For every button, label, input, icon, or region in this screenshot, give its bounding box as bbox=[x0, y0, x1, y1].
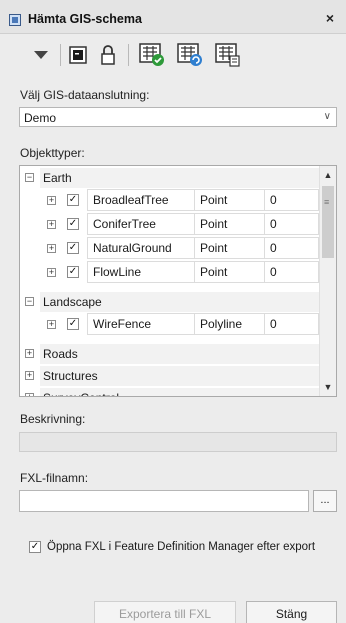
export-fxl-button[interactable]: Exportera till FXL bbox=[94, 601, 236, 623]
tree-group-earth[interactable]: − Earth bbox=[20, 167, 319, 189]
item-count: 0 bbox=[264, 261, 319, 283]
tree-group-label: SurveyControl bbox=[43, 391, 119, 396]
item-checkbox[interactable]: ✓ bbox=[67, 318, 79, 330]
tree-item-row[interactable]: + ✓ ConiferTree Point 0 bbox=[20, 213, 319, 235]
expand-icon[interactable]: + bbox=[47, 244, 56, 253]
toolbar-separator bbox=[128, 44, 129, 66]
description-label: Beskrivning: bbox=[20, 412, 86, 426]
tree-group-landscape[interactable]: − Landscape bbox=[20, 291, 319, 313]
tree-group-roads[interactable]: + Roads bbox=[20, 343, 319, 365]
item-name: NaturalGround bbox=[87, 237, 195, 259]
item-checkbox[interactable]: ✓ bbox=[67, 266, 79, 278]
toolbar-separator bbox=[60, 44, 61, 66]
scroll-grip-icon: ≡ bbox=[324, 197, 330, 207]
expand-icon[interactable]: + bbox=[25, 393, 34, 396]
item-checkbox[interactable]: ✓ bbox=[67, 194, 79, 206]
tree-group-surveycontrol[interactable]: + SurveyControl bbox=[20, 387, 319, 396]
tree-group-structures[interactable]: + Structures bbox=[20, 365, 319, 387]
item-name: ConiferTree bbox=[87, 213, 195, 235]
fxl-filename-input[interactable] bbox=[19, 490, 309, 512]
connection-label: Välj GIS-dataanslutning: bbox=[20, 88, 150, 102]
tree-item-row[interactable]: + ✓ WireFence Polyline 0 bbox=[20, 313, 319, 335]
item-geometry: Point bbox=[194, 189, 265, 211]
browse-button[interactable]: ... bbox=[313, 490, 337, 512]
schema-refresh-icon[interactable] bbox=[176, 41, 204, 69]
expand-icon[interactable]: + bbox=[47, 320, 56, 329]
item-checkbox[interactable]: ✓ bbox=[67, 218, 79, 230]
expand-icon[interactable]: + bbox=[47, 196, 56, 205]
item-geometry: Polyline bbox=[194, 313, 265, 335]
item-name: WireFence bbox=[87, 313, 195, 335]
connection-select[interactable]: Demo ∨ bbox=[19, 107, 337, 127]
group-background bbox=[40, 344, 319, 364]
schema-export-icon[interactable] bbox=[214, 41, 242, 69]
collapse-icon[interactable]: − bbox=[25, 173, 34, 182]
expand-icon[interactable]: + bbox=[47, 268, 56, 277]
lock-icon[interactable] bbox=[96, 41, 120, 69]
item-count: 0 bbox=[264, 237, 319, 259]
tree-content: − Earth + ✓ BroadleafTree Point 0 + ✓ ConiferTree… bbox=[20, 166, 319, 396]
scroll-down-icon[interactable]: ▼ bbox=[320, 378, 336, 396]
app-icon bbox=[9, 14, 21, 26]
object-types-label: Objekttyper: bbox=[20, 146, 85, 160]
item-count: 0 bbox=[264, 213, 319, 235]
item-count: 0 bbox=[264, 313, 319, 335]
tree-item-row[interactable]: + ✓ BroadleafTree Point 0 bbox=[20, 189, 319, 211]
group-background bbox=[40, 168, 319, 188]
tree-group-label: Structures bbox=[43, 369, 98, 383]
schema-check-icon[interactable] bbox=[138, 41, 166, 69]
tree-scrollbar[interactable]: ▲ ≡ ▼ bbox=[319, 166, 336, 396]
item-count: 0 bbox=[264, 189, 319, 211]
item-geometry: Point bbox=[194, 237, 265, 259]
expand-icon[interactable]: + bbox=[25, 349, 34, 358]
dropdown-arrow-icon[interactable] bbox=[30, 41, 52, 69]
tree-item-row[interactable]: + ✓ NaturalGround Point 0 bbox=[20, 237, 319, 259]
open-fdm-label: Öppna FXL i Feature Definition Manager e… bbox=[47, 541, 316, 553]
chevron-down-icon: ∨ bbox=[323, 111, 331, 122]
open-fdm-option[interactable]: ✓ Öppna FXL i Feature Definition Manager… bbox=[29, 541, 315, 553]
item-geometry: Point bbox=[194, 261, 265, 283]
close-button[interactable]: Stäng bbox=[246, 601, 337, 623]
item-geometry: Point bbox=[194, 213, 265, 235]
toolbar bbox=[0, 35, 346, 75]
tree-item-row[interactable]: + ✓ FlowLine Point 0 bbox=[20, 261, 319, 283]
close-icon[interactable]: × bbox=[326, 10, 334, 26]
open-fdm-checkbox[interactable]: ✓ bbox=[29, 541, 41, 553]
description-field bbox=[19, 432, 337, 452]
expand-icon[interactable]: + bbox=[25, 371, 34, 380]
fxl-filename-label: FXL-filnamn: bbox=[20, 471, 89, 485]
item-name: FlowLine bbox=[87, 261, 195, 283]
connection-selected-value: Demo bbox=[24, 111, 57, 125]
title-bar: Hämta GIS-schema × bbox=[0, 0, 346, 34]
window-title: Hämta GIS-schema bbox=[28, 12, 142, 26]
tree-group-label: Earth bbox=[43, 171, 72, 185]
item-name: BroadleafTree bbox=[87, 189, 195, 211]
tree-group-label: Landscape bbox=[43, 295, 102, 309]
terminal-window-icon[interactable] bbox=[66, 41, 90, 69]
collapse-icon[interactable]: − bbox=[25, 297, 34, 306]
item-checkbox[interactable]: ✓ bbox=[67, 242, 79, 254]
scroll-up-icon[interactable]: ▲ bbox=[320, 166, 336, 184]
object-types-tree[interactable]: − Earth + ✓ BroadleafTree Point 0 + ✓ ConiferTree… bbox=[19, 165, 337, 397]
expand-icon[interactable]: + bbox=[47, 220, 56, 229]
tree-group-label: Roads bbox=[43, 347, 78, 361]
